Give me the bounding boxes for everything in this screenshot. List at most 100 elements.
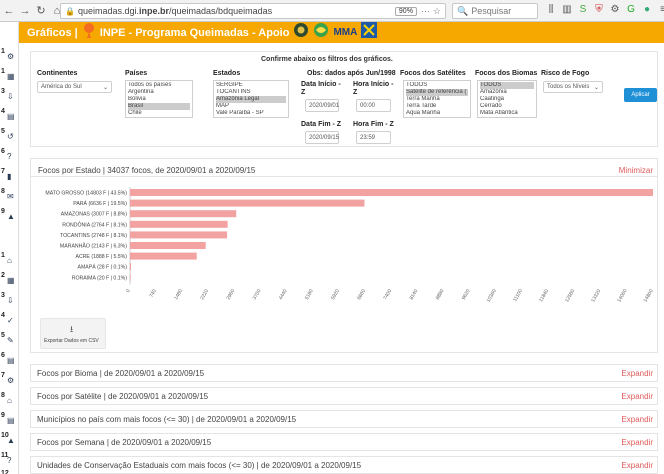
sidebar-item[interactable]: 3 ⇩ xyxy=(0,88,19,104)
bar[interactable] xyxy=(130,273,131,281)
sidebar-item-number: 5 xyxy=(1,332,5,339)
extension-g-icon[interactable]: G xyxy=(625,3,637,17)
list-item-selected[interactable]: Satélite de referência ( xyxy=(406,89,468,96)
page-actions-icon[interactable]: ··· xyxy=(421,6,430,16)
expand-button[interactable]: Expandir xyxy=(621,438,653,447)
bookmark-star-icon[interactable]: ☆ xyxy=(433,6,441,17)
list-item[interactable]: TOCANTINS xyxy=(216,89,286,96)
list-item[interactable]: Chile xyxy=(128,110,190,117)
bar[interactable] xyxy=(130,252,197,260)
bar[interactable] xyxy=(130,220,228,228)
expand-button[interactable]: Expandir xyxy=(621,415,653,424)
extension-circle-icon[interactable]: ● xyxy=(641,3,653,17)
sidebar-item[interactable]: 7 ▮ xyxy=(0,168,19,184)
list-item-selected[interactable]: Brasil xyxy=(128,103,190,110)
sidebar-item[interactable]: 2 ▦ xyxy=(0,272,19,288)
browser-search-input[interactable]: 🔍 Pesquisar xyxy=(452,3,538,19)
sidebar-item[interactable]: 1 ▦ xyxy=(0,68,19,84)
focos-por-estado-panel: Focos por Estado | 34037 focos, de 2020/… xyxy=(30,158,658,353)
list-item[interactable]: Terra Manhã xyxy=(406,96,468,103)
bar[interactable] xyxy=(130,199,365,207)
category-label: AMAPÁ (28 F | 0.1%) xyxy=(78,264,128,271)
sidebar-item[interactable]: 8 ⌂ xyxy=(0,392,19,408)
list-item[interactable]: Argentina xyxy=(128,89,190,96)
minimize-button[interactable]: Minimizar xyxy=(619,166,653,175)
list-item-selected[interactable]: TODOS xyxy=(480,82,534,89)
biomas-list[interactable]: TODOS Amazônia Caatinga Cerrado Mata Atl… xyxy=(477,80,537,118)
list-item[interactable]: MAP xyxy=(216,103,286,110)
expand-button[interactable]: Expandir xyxy=(621,392,653,401)
sidebar-item[interactable]: 7 ⚙ xyxy=(0,372,19,388)
list-item-selected[interactable]: Amazônia Legal xyxy=(216,96,286,103)
reload-icon[interactable]: ↻ xyxy=(34,3,48,19)
bar[interactable] xyxy=(130,263,131,271)
sidebar-icon[interactable]: ▥ xyxy=(561,3,573,17)
sidebar-item[interactable]: 10 ▲ xyxy=(0,432,19,448)
expand-button[interactable]: Expandir xyxy=(621,461,653,470)
x-tick-label: 8880 xyxy=(435,288,446,301)
x-tick-label: 8140 xyxy=(409,288,420,301)
bar[interactable] xyxy=(130,231,228,239)
focos-por-satelite-panel: Focos por Satélite | de 2020/09/01 a 202… xyxy=(30,387,658,405)
list-item[interactable]: SERGIPE xyxy=(216,82,286,89)
list-item[interactable]: Vale Paraíba - SP xyxy=(216,110,286,117)
hora-inicio-field[interactable]: 00:00 xyxy=(356,99,391,112)
sidebar-item[interactable]: 5 ✎ xyxy=(0,332,19,348)
sidebar-item[interactable]: 6? xyxy=(0,148,19,164)
sidebar-item[interactable]: 1 ⚙ xyxy=(0,48,19,64)
data-inicio-field[interactable]: 2020/09/01 xyxy=(305,99,339,112)
list-item[interactable]: Aqua Manhã xyxy=(406,110,468,117)
estados-list[interactable]: SERGIPE TOCANTINS Amazônia Legal MAP Val… xyxy=(213,80,289,118)
sidebar-icon: ▮ xyxy=(7,172,12,181)
list-item[interactable]: Caatinga xyxy=(480,96,534,103)
extension-gear-icon[interactable]: ⚙ xyxy=(609,3,621,17)
sidebar-item[interactable]: 5 ↺ xyxy=(0,128,19,144)
continentes-select[interactable]: América do Sul ⌄ xyxy=(37,81,112,93)
page-title: Gráficos | xyxy=(27,26,78,39)
sidebar-item-number: 9 xyxy=(1,412,5,419)
sidebar-item[interactable]: 12▦ xyxy=(0,470,19,474)
bar[interactable] xyxy=(130,210,237,218)
category-label: TOCANTINS (2748 F | 8.1%) xyxy=(60,233,127,239)
risco-select[interactable]: Todos os Níveis ⌄ xyxy=(543,81,603,93)
list-item[interactable]: Todos os países xyxy=(128,82,190,89)
lock-icon: 🔒 xyxy=(65,6,75,16)
list-item[interactable]: TODOS xyxy=(406,82,468,89)
sidebar-item[interactable]: 9 ▤ xyxy=(0,412,19,428)
list-item[interactable]: Cerrado xyxy=(480,103,534,110)
sidebar-item[interactable]: 8 ✉ xyxy=(0,188,19,204)
download-icon: ⭳ xyxy=(70,324,74,334)
extension-shield-icon[interactable]: ⛨ xyxy=(593,3,605,17)
sidebar-item[interactable]: 6 ▤ xyxy=(0,352,19,368)
sidebar-item[interactable]: 4 ▤ xyxy=(0,108,19,124)
sidebar-item[interactable]: 1 ⌂ xyxy=(0,252,19,268)
x-tick-label: 2220 xyxy=(199,288,210,301)
list-item[interactable]: Amazônia xyxy=(480,89,534,96)
bar[interactable] xyxy=(130,242,206,249)
list-item[interactable]: Mata Atlântica xyxy=(480,110,534,117)
sidebar-icon: ✉ xyxy=(7,192,14,201)
export-csv-button[interactable]: ⭳ Exportar Dados em CSV xyxy=(40,318,106,349)
filters-panel: Confirme abaixo os filtros dos gráficos.… xyxy=(30,51,658,147)
bar[interactable] xyxy=(130,189,653,196)
paises-list[interactable]: Todos os países Argentina Bolivia Brasil… xyxy=(125,80,193,118)
satelites-list[interactable]: TODOS Satélite de referência ( Terra Man… xyxy=(403,80,471,118)
forward-arrow-icon[interactable]: → xyxy=(18,3,32,19)
sidebar-item[interactable]: 4 ✓ xyxy=(0,312,19,328)
sidebar-item[interactable]: 11? xyxy=(0,452,19,468)
list-item[interactable]: Terra Tarde xyxy=(406,103,468,110)
sidebar-item[interactable]: 9 ▲ xyxy=(0,208,19,224)
left-sidebar: 1 ⚙ 1 ▦ 3 ⇩ 4 ▤ 5 ↺ 6? 7 ▮ 8 ✉ 9 ▲ 1 ⌂ 2 ▦ 3 ⇩ 4 ✓ 5 ✎ 6 ▤ 7 ⚙ 8 ⌂ 9 ▤ 10 ▲ 1… xyxy=(0,22,19,474)
back-arrow-icon[interactable]: ← xyxy=(2,3,16,19)
address-bar[interactable]: 🔒 queimadas.dgi.inpe.br/queimadas/bdquei… xyxy=(60,3,446,19)
sidebar-item[interactable]: 3 ⇩ xyxy=(0,292,19,308)
hora-fim-field[interactable]: 23:59 xyxy=(356,131,391,144)
extension-s-icon[interactable]: S xyxy=(577,3,589,17)
list-item[interactable]: Bolivia xyxy=(128,96,190,103)
expand-button[interactable]: Expandir xyxy=(621,369,653,378)
library-icon[interactable]: ⫼ xyxy=(545,3,557,17)
zoom-level[interactable]: 90% xyxy=(394,6,417,16)
apply-button[interactable]: Aplicar xyxy=(624,88,657,102)
menu-icon[interactable]: ≡ xyxy=(657,3,664,17)
data-fim-field[interactable]: 2020/09/15 xyxy=(305,131,339,144)
